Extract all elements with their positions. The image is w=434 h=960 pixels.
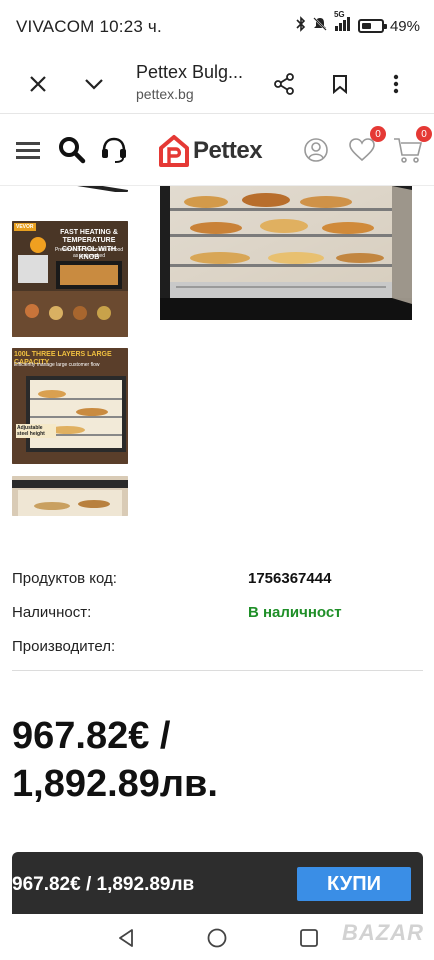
thumb-subcaption: Preserve the freshness of food as just c…: [54, 247, 124, 259]
search-icon[interactable]: [54, 132, 90, 168]
status-icons: 5G 49%: [296, 10, 420, 36]
detail-row-stock: Наличност: В наличност: [12, 598, 423, 632]
home-icon[interactable]: [205, 926, 229, 950]
food-warmer-image: [160, 186, 412, 320]
detail-label: Наличност:: [12, 604, 92, 621]
cart-icon[interactable]: 0: [390, 126, 432, 168]
product-price: 967.82€ / 1,892.89лв.: [12, 712, 218, 808]
gallery-thumb-1[interactable]: VEVOR FAST HEATING & TEMPERATURE CONTROL…: [12, 221, 128, 337]
detail-row-code: Продуктов код: 1756367444: [12, 564, 423, 598]
price-lev: 1,892.89лв.: [12, 763, 218, 805]
browser-toolbar: Pettex Bulg... pettex.bg: [0, 56, 434, 114]
warmer-thumb-image: [12, 476, 128, 516]
headset-icon[interactable]: [96, 132, 132, 168]
details-divider: [12, 670, 423, 671]
recents-icon[interactable]: [297, 926, 321, 950]
product-gallery: VEVOR FAST HEATING & TEMPERATURE CONTROL…: [0, 186, 434, 516]
cart-badge: 0: [416, 126, 432, 142]
thumb-note: Adjustable steel height: [16, 424, 56, 438]
network-type: 5G: [333, 10, 345, 19]
battery-percent: 49%: [389, 17, 420, 35]
signal-icon: 5G: [334, 10, 352, 35]
thumb-brand: VEVOR: [14, 223, 36, 231]
page-title: Pettex Bulg...: [136, 62, 244, 82]
wishlist-badge: 0: [370, 126, 386, 142]
watermark-logo: BAZAR: [342, 920, 424, 945]
gallery-thumb-3[interactable]: [12, 476, 128, 516]
user-icon[interactable]: [298, 132, 334, 168]
sticky-buy-bar: 967.82€ / 1,892.89лв КУПИ: [12, 852, 423, 914]
menu-icon[interactable]: [10, 132, 46, 168]
product-main-image[interactable]: [156, 186, 418, 326]
detail-row-manufacturer: Производител:: [12, 632, 423, 666]
android-nav-bar: BAZAR: [0, 914, 434, 960]
status-time: VIVACOM 10:23 ч.: [16, 17, 162, 36]
chevron-down-icon[interactable]: [76, 66, 112, 102]
more-vert-icon[interactable]: [378, 66, 414, 102]
share-icon[interactable]: [266, 66, 302, 102]
buy-button[interactable]: КУПИ: [297, 867, 411, 901]
detail-label: Продуктов код:: [12, 570, 117, 587]
buy-bar-price: 967.82€ / 1,892.89лв: [12, 874, 195, 895]
logo-mark-icon: [159, 135, 189, 167]
battery-icon: [357, 19, 387, 33]
heart-icon[interactable]: 0: [344, 126, 386, 168]
mute-icon: [312, 16, 328, 36]
bluetooth-icon: [296, 16, 306, 36]
gallery-thumb-2[interactable]: 100L THREE LAYERS LARGE CAPACITY Efficie…: [12, 348, 128, 464]
site-logo[interactable]: Pettex: [158, 134, 263, 168]
close-icon[interactable]: [20, 66, 56, 102]
gallery-thumb-partial[interactable]: [12, 186, 128, 192]
site-header: Pettex 0 0: [0, 114, 434, 186]
stock-status: В наличност: [248, 604, 342, 621]
product-details: Продуктов код: 1756367444 Наличност: В н…: [12, 564, 423, 666]
price-euro: 967.82€ /: [12, 715, 171, 757]
detail-value: 1756367444: [248, 570, 332, 587]
page-url[interactable]: pettex.bg: [136, 86, 194, 102]
detail-label: Производител:: [12, 638, 116, 655]
status-bar: VIVACOM 10:23 ч. 5G 49%: [0, 0, 434, 56]
back-icon[interactable]: [114, 926, 138, 950]
bookmark-icon[interactable]: [322, 66, 358, 102]
logo-text: Pettex: [193, 137, 263, 164]
thumb-subcaption: Efficiently manage large customer flow: [14, 362, 100, 368]
